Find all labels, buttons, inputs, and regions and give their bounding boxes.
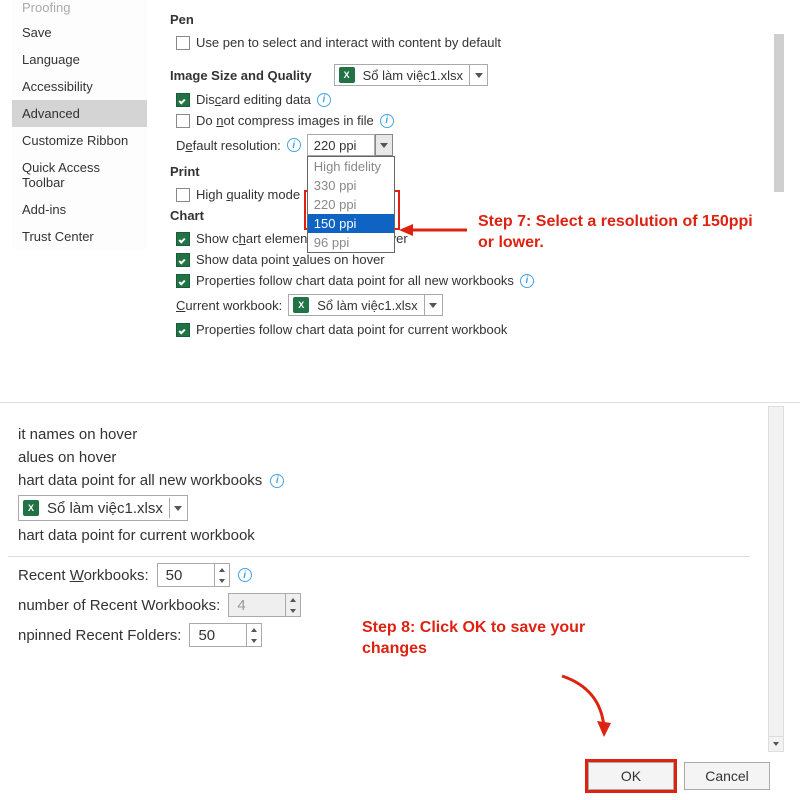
label-unpinned-recent-folders: npinned Recent Folders: xyxy=(18,627,181,644)
image-quality-workbook-value: Sổ làm việc1.xlsx xyxy=(357,68,469,83)
sidebar-item-quick-access-toolbar[interactable]: Quick Access Toolbar xyxy=(12,154,147,196)
fragment-text: alues on hover xyxy=(18,449,750,466)
resolution-option-220[interactable]: 220 ppi xyxy=(308,195,394,214)
default-resolution-value: 220 ppi xyxy=(307,134,375,156)
default-resolution-dropdown[interactable]: 220 ppi xyxy=(307,134,393,156)
annotation-step7: Step 7: Select a resolution of 150ppi or… xyxy=(478,212,758,254)
fragment-text: hart data point for all new workbooks i xyxy=(18,472,750,489)
label-recent-workbooks: Recent Workbooks: xyxy=(18,567,149,584)
label-number-recent-workbooks: number of Recent Workbooks: xyxy=(18,597,220,614)
caret-up-icon[interactable] xyxy=(215,564,229,575)
section-pen: Pen xyxy=(170,12,764,27)
annotation-arrow-icon xyxy=(399,220,469,240)
sidebar-item-save[interactable]: Save xyxy=(12,19,147,46)
sidebar-item-accessibility[interactable]: Accessibility xyxy=(12,73,147,100)
info-icon[interactable]: i xyxy=(270,474,284,488)
fragment-text: hart data point for current workbook xyxy=(18,527,750,544)
info-icon[interactable]: i xyxy=(520,274,534,288)
excel-icon: X xyxy=(21,498,41,518)
label-high-quality: High quality mode xyxy=(196,187,300,202)
label-chart-hover-values: Show data point values on hover xyxy=(196,252,385,267)
image-quality-workbook-dropdown[interactable]: X Sổ làm việc1.xlsx xyxy=(334,64,488,86)
label-props-current: Properties follow chart data point for c… xyxy=(196,322,507,337)
label-no-compress: Do not compress images in file xyxy=(196,113,374,128)
caret-down-icon[interactable] xyxy=(247,635,261,646)
annotation-arrow-icon xyxy=(552,671,612,741)
checkbox-high-quality[interactable] xyxy=(176,188,190,202)
info-icon[interactable]: i xyxy=(380,114,394,128)
caret-up-icon[interactable] xyxy=(247,624,261,635)
spinner-unpinned-recent-folders[interactable]: 50 xyxy=(189,623,262,647)
info-icon[interactable]: i xyxy=(317,93,331,107)
excel-icon: X xyxy=(337,65,357,85)
caret-down-icon[interactable] xyxy=(215,575,229,586)
resolution-popup: High fidelity 330 ppi 220 ppi 150 ppi 96… xyxy=(307,156,395,253)
excel-icon: X xyxy=(291,295,311,315)
checkbox-no-compress[interactable] xyxy=(176,114,190,128)
label-discard-editing: Discard editing data xyxy=(196,92,311,107)
resolution-option-330[interactable]: 330 ppi xyxy=(308,176,394,195)
chevron-down-icon xyxy=(424,295,442,315)
cancel-button[interactable]: Cancel xyxy=(684,762,770,790)
current-workbook-dropdown[interactable]: X Sổ làm việc1.xlsx xyxy=(288,294,442,316)
checkbox-use-pen[interactable] xyxy=(176,36,190,50)
info-icon[interactable]: i xyxy=(287,138,301,152)
chevron-down-icon[interactable] xyxy=(375,134,393,156)
chevron-down-icon xyxy=(469,65,487,85)
checkbox-chart-hover-values[interactable] xyxy=(176,253,190,267)
label-use-pen: Use pen to select and interact with cont… xyxy=(196,35,501,50)
checkbox-chart-hover-names[interactable] xyxy=(176,232,190,246)
current-workbook-value: Sổ làm việc1.xlsx xyxy=(311,298,423,313)
fragment-text: it names on hover xyxy=(18,426,750,443)
label-props-all: Properties follow chart data point for a… xyxy=(196,273,514,288)
info-icon[interactable]: i xyxy=(238,568,252,582)
section-print: Print xyxy=(170,164,764,179)
options-content: Pen Use pen to select and interact with … xyxy=(162,0,772,351)
chevron-down-icon xyxy=(169,498,187,518)
workbook-value-bottom: Sổ làm việc1.xlsx xyxy=(41,500,169,517)
spinner-recent-workbooks[interactable]: 50 xyxy=(157,563,230,587)
spinner-number-recent-workbooks: 4 xyxy=(228,593,301,617)
sidebar-item-customize-ribbon[interactable]: Customize Ribbon xyxy=(12,127,147,154)
sidebar-item-advanced[interactable]: Advanced xyxy=(12,100,147,127)
label-default-resolution: Default resolution: xyxy=(176,138,281,153)
checkbox-props-current[interactable] xyxy=(176,323,190,337)
scrollbar[interactable] xyxy=(774,34,784,192)
checkbox-discard-editing[interactable] xyxy=(176,93,190,107)
checkbox-props-all[interactable] xyxy=(176,274,190,288)
sidebar-item-proofing[interactable]: Proofing xyxy=(12,0,147,19)
sidebar-item-addins[interactable]: Add-ins xyxy=(12,196,147,223)
section-image-size: Image Size and Quality xyxy=(170,68,312,83)
annotation-step8: Step 8: Click OK to save your changes xyxy=(362,618,642,660)
ok-button[interactable]: OK xyxy=(588,762,674,790)
options-sidebar: Proofing Save Language Accessibility Adv… xyxy=(12,0,147,250)
scrollbar-track[interactable] xyxy=(768,406,784,752)
resolution-option-96[interactable]: 96 ppi xyxy=(308,233,394,252)
resolution-option-150[interactable]: 150 ppi xyxy=(308,214,394,233)
options-dialog-top: Proofing Save Language Accessibility Adv… xyxy=(0,0,790,400)
scrollbar-down-button[interactable] xyxy=(768,736,784,752)
label-current-workbook: Current workbook: xyxy=(176,298,282,313)
workbook-dropdown-bottom[interactable]: X Sổ làm việc1.xlsx xyxy=(18,495,188,521)
divider xyxy=(0,402,800,403)
sidebar-item-trust-center[interactable]: Trust Center xyxy=(12,223,147,250)
resolution-option-high-fidelity[interactable]: High fidelity xyxy=(308,157,394,176)
sidebar-item-language[interactable]: Language xyxy=(12,46,147,73)
options-dialog-bottom: it names on hover alues on hover hart da… xyxy=(0,406,790,800)
divider xyxy=(8,556,750,557)
